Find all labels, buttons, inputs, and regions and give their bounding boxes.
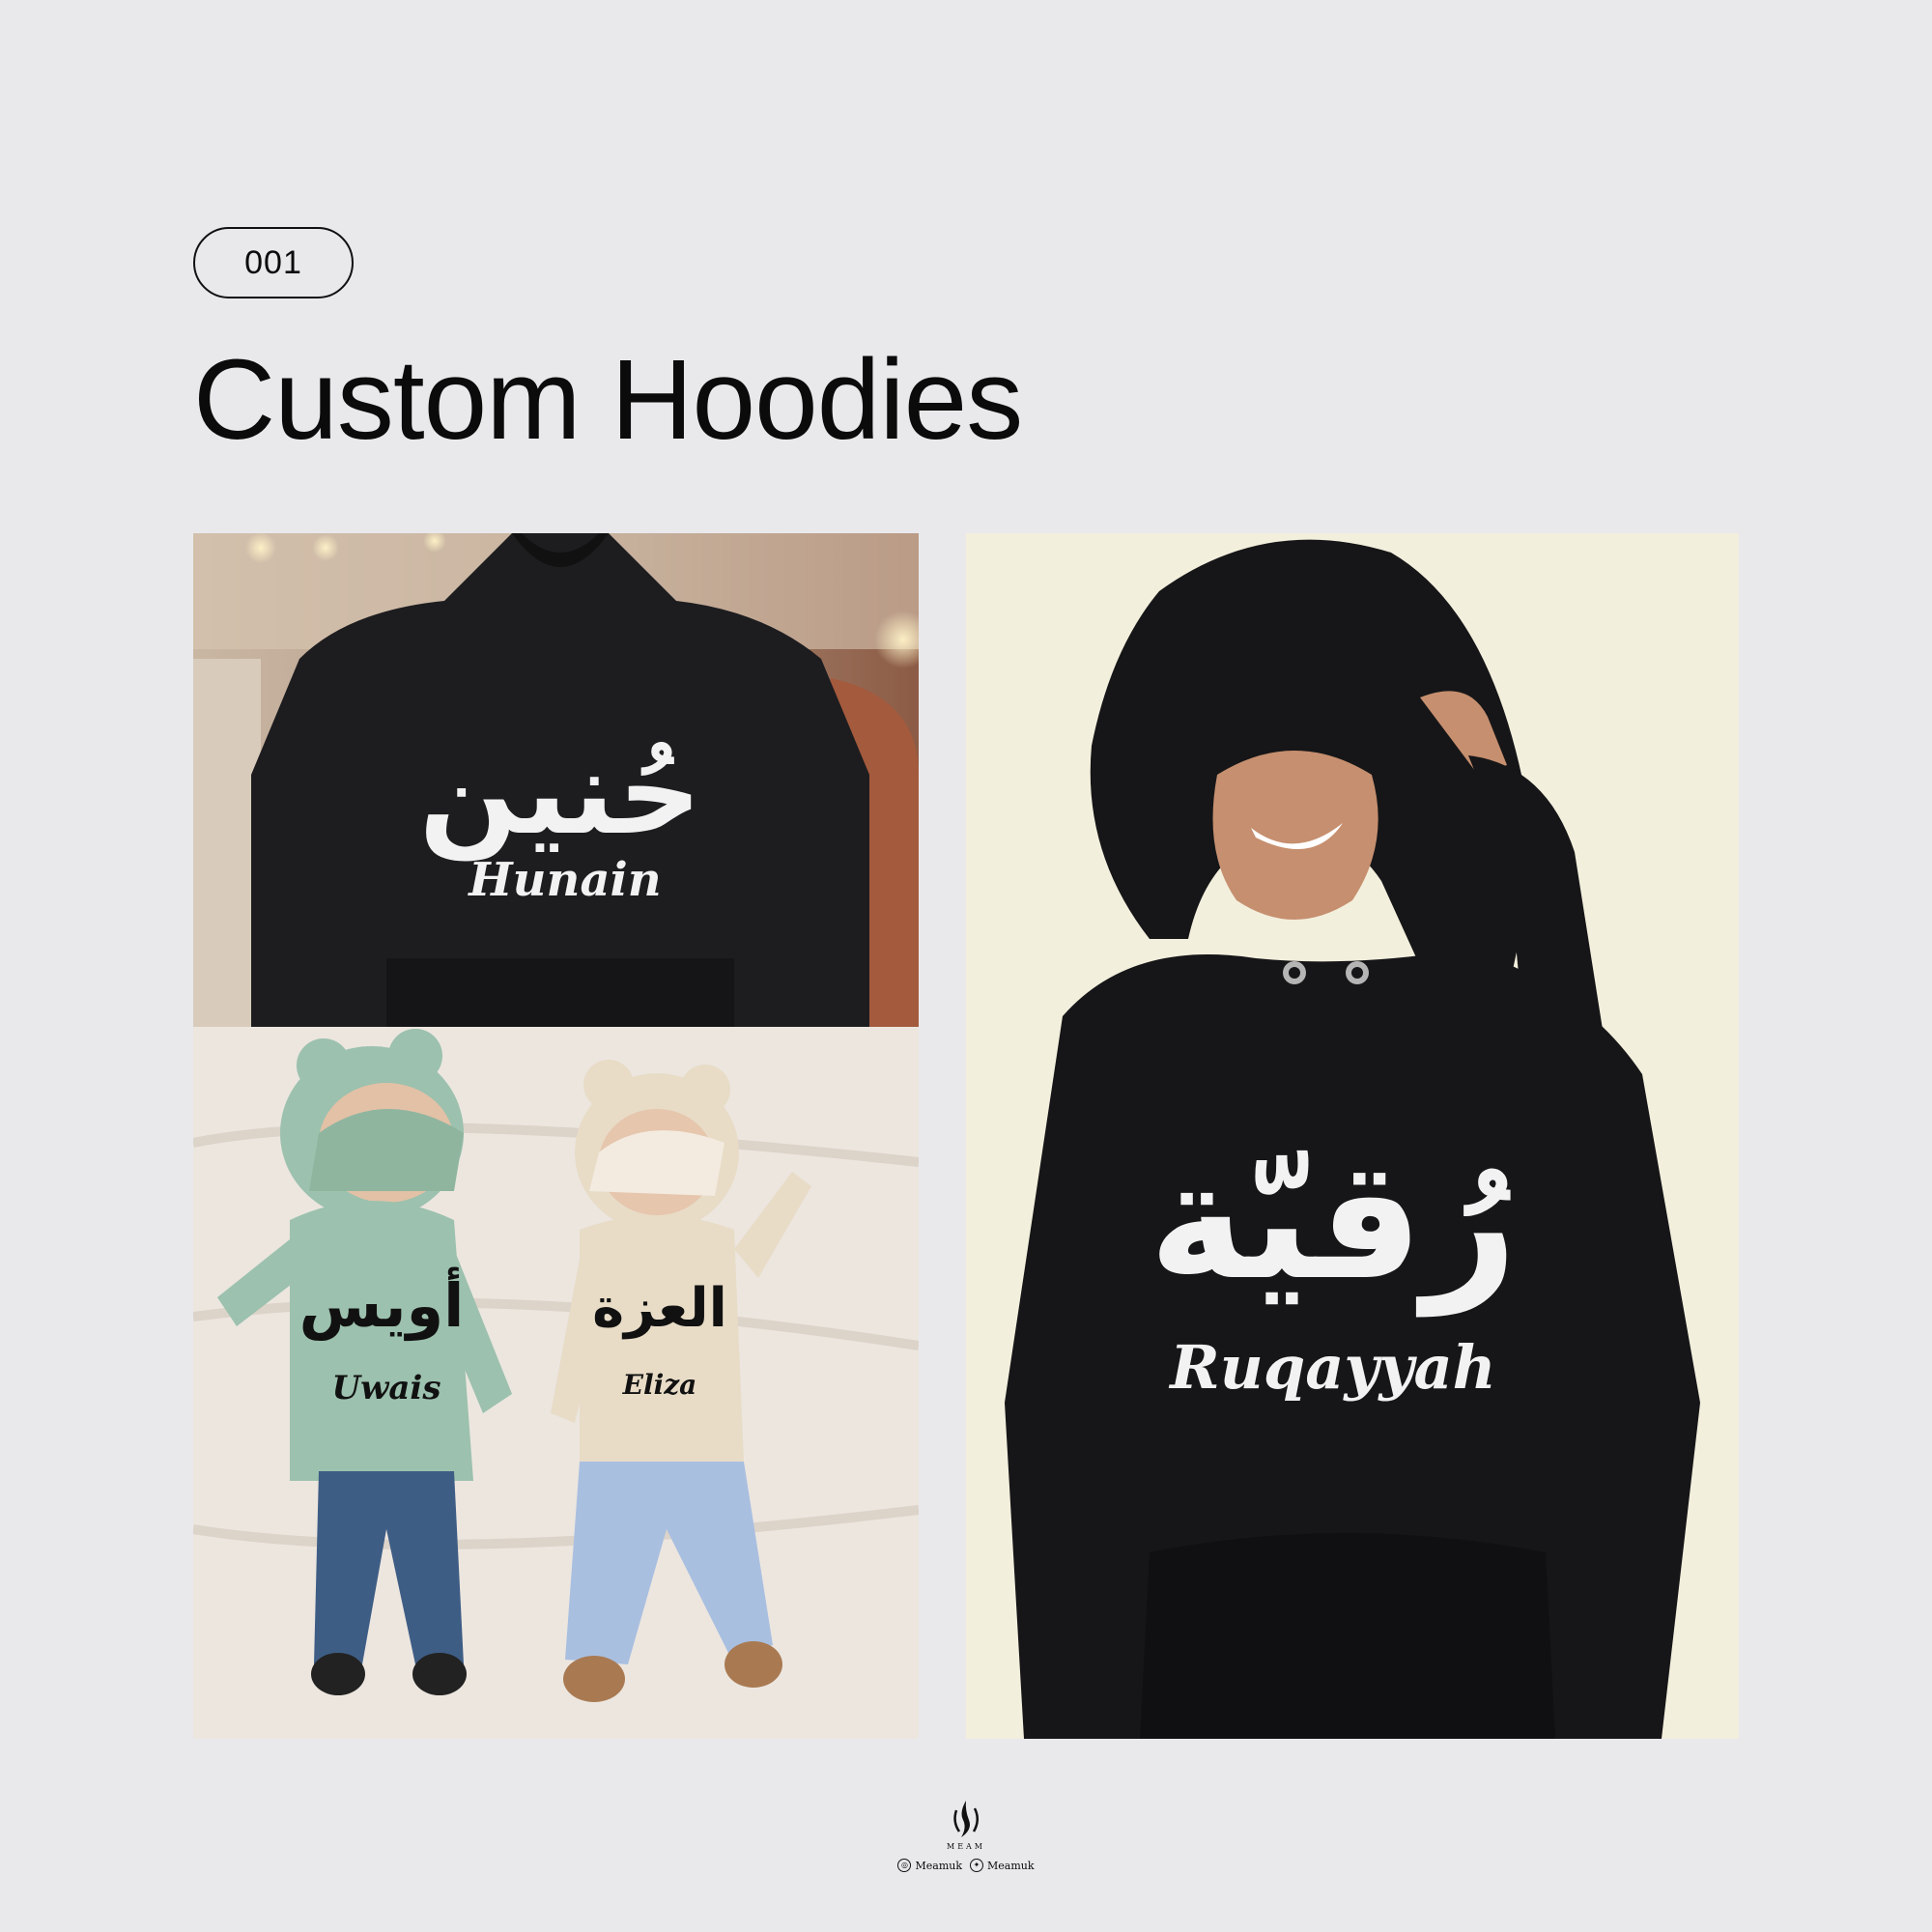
uwais-english-print: Uwais	[331, 1369, 440, 1407]
ruqayyah-hoodie-photo: رُقيّة Ruqayyah	[966, 533, 1739, 1739]
brand-footer: MEAM ◎ Meamuk ✦ Meamuk	[0, 1799, 1932, 1872]
instagram-handle: Meamuk	[915, 1859, 962, 1872]
eliza-english-print: Eliza	[622, 1369, 697, 1401]
ruqayyah-english-print: Ruqayyah	[1168, 1332, 1495, 1403]
number-badge: 001	[193, 227, 354, 298]
uwais-arabic-print: أويس	[299, 1266, 465, 1341]
eliza-arabic-print: العزة	[592, 1277, 727, 1340]
hunain-arabic-print: حُنين	[419, 726, 701, 861]
instagram-link[interactable]: ◎ Meamuk	[897, 1859, 962, 1872]
brand-name: MEAM	[947, 1842, 985, 1851]
hunain-english-print: Hunain	[467, 853, 661, 907]
page-title: Custom Hoodies	[193, 336, 1023, 464]
twitter-handle: Meamuk	[987, 1859, 1035, 1872]
social-links: ◎ Meamuk ✦ Meamuk	[897, 1859, 1035, 1872]
twitter-link[interactable]: ✦ Meamuk	[970, 1859, 1035, 1872]
uwais-eliza-hoodies-photo: أويس Uwais العزة Eliza	[193, 1027, 919, 1739]
badge-number: 001	[244, 243, 302, 281]
twitter-icon: ✦	[970, 1859, 983, 1872]
brand-logo-icon	[953, 1801, 979, 1837]
hunain-hoodie-photo: حُنين Hunain	[193, 533, 919, 1027]
ruqayyah-arabic-print: رُقيّة	[1149, 1125, 1518, 1317]
instagram-icon: ◎	[897, 1859, 912, 1872]
